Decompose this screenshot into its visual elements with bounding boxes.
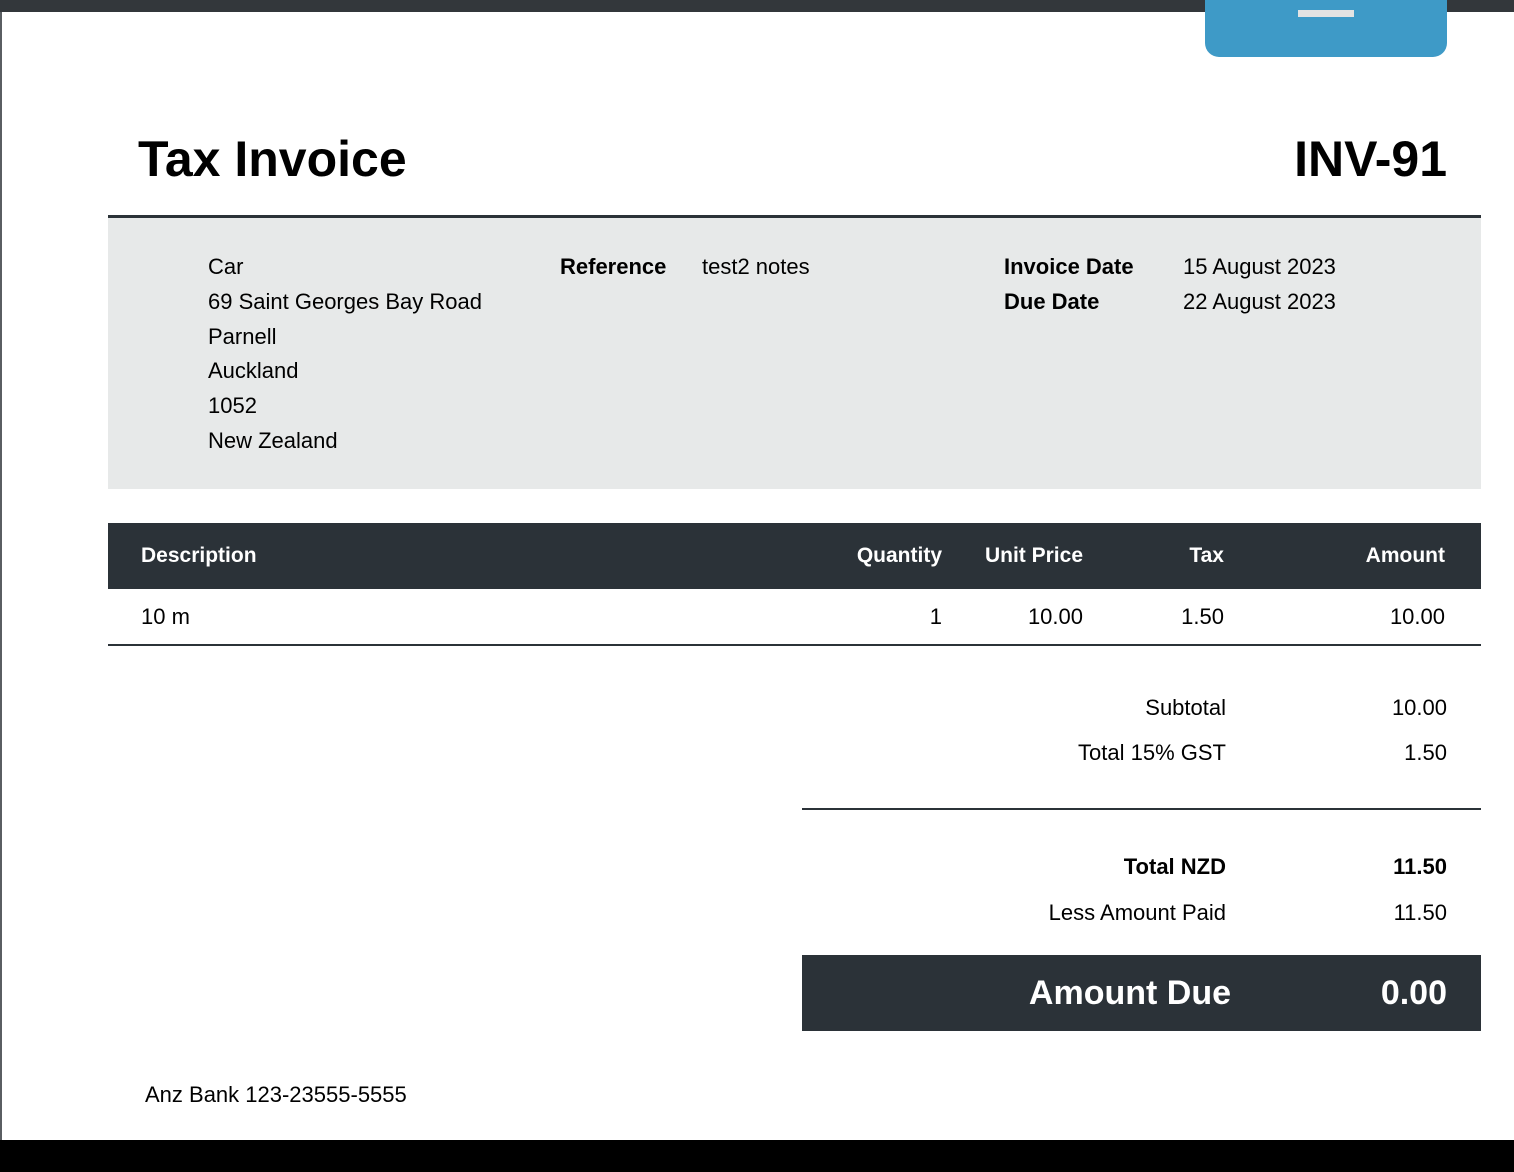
grip-handle-icon — [1298, 10, 1354, 17]
column-quantity: Quantity — [856, 544, 942, 567]
row-quantity: 1 — [929, 604, 942, 629]
due-date-value: 22 August 2023 — [1183, 289, 1336, 314]
address-country: New Zealand — [208, 428, 338, 453]
subtotal-label: Subtotal — [1145, 695, 1226, 720]
due-date-label: Due Date — [1004, 289, 1100, 314]
address-city: Auckland — [208, 358, 299, 383]
toolbar-toggle-tab[interactable] — [1205, 0, 1447, 57]
invoice-number: INV-91 — [1294, 131, 1447, 187]
subtotal-value: 10.00 — [1391, 695, 1447, 720]
row-tax: 1.50 — [1181, 604, 1224, 629]
amount-due-value: 0.00 — [1380, 974, 1447, 1012]
line-items-header: Description Quantity Unit Price Tax Amou… — [108, 523, 1481, 589]
column-amount: Amount — [1365, 544, 1445, 567]
column-unit-price: Unit Price — [984, 544, 1083, 567]
reference-label: Reference — [560, 254, 667, 279]
invoice-date-value: 15 August 2023 — [1183, 254, 1336, 279]
row-unit-price: 10.00 — [1027, 604, 1083, 629]
invoice-date-label: Invoice Date — [1004, 254, 1134, 279]
gst-value: 1.50 — [1404, 740, 1447, 765]
window-bottom-bar — [0, 1140, 1514, 1172]
address-suburb: Parnell — [208, 324, 277, 349]
total-value: 11.50 — [1393, 854, 1447, 879]
bank-details: Anz Bank 123-23555-5555 — [145, 1082, 407, 1107]
amount-paid-label: Less Amount Paid — [1048, 900, 1226, 925]
gst-label: Total 15% GST — [1078, 740, 1226, 765]
table-bottom-rule — [108, 644, 1481, 646]
column-description: Description — [141, 544, 257, 567]
column-tax: Tax — [1189, 544, 1224, 567]
address-postcode: 1052 — [208, 393, 257, 418]
amount-due-label: Amount Due — [1028, 974, 1231, 1012]
summary-divider — [802, 808, 1481, 810]
total-label: Total NZD — [1123, 854, 1226, 879]
amount-paid-value: 11.50 — [1393, 900, 1447, 925]
contact-name: Car — [208, 254, 244, 279]
page-title: Tax Invoice — [138, 131, 407, 187]
row-amount: 10.00 — [1389, 604, 1445, 629]
address-street: 69 Saint Georges Bay Road — [208, 289, 482, 314]
row-description: 10 m — [141, 604, 190, 629]
reference-value: test2 notes — [702, 254, 810, 279]
window-left-edge — [0, 12, 2, 1140]
